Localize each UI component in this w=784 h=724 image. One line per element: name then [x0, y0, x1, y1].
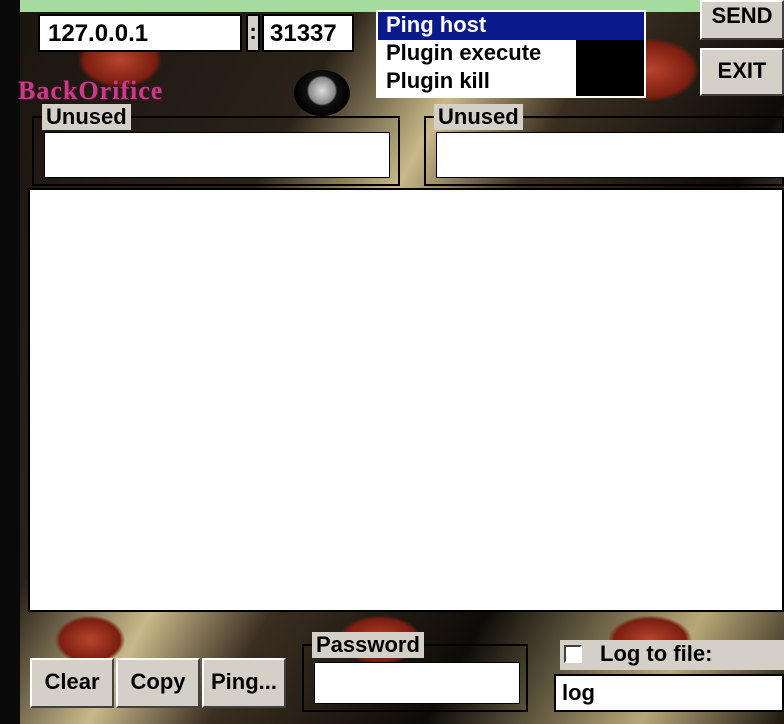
host-port-separator: :: [246, 14, 260, 52]
param1-label: Unused: [42, 104, 131, 130]
param2-field[interactable]: [436, 132, 784, 178]
password-label: Password: [312, 632, 424, 658]
password-group: Password: [302, 632, 528, 712]
command-item-plugin-kill[interactable]: Plugin kill: [378, 68, 576, 96]
skull-icon: [294, 70, 350, 116]
send-button[interactable]: SEND: [700, 0, 784, 40]
password-field[interactable]: [314, 662, 520, 704]
bo-client-window: 127.0.0.1 : 31337 Ping host Plugin execu…: [0, 0, 784, 724]
command-item-plugin-execute[interactable]: Plugin execute: [378, 40, 576, 68]
param2-group: Unused: [424, 104, 784, 186]
host-ip-field[interactable]: 127.0.0.1: [38, 14, 242, 52]
window-edge: [0, 0, 20, 724]
output-area[interactable]: [28, 188, 784, 612]
log-to-file-checkbox[interactable]: [564, 645, 582, 663]
copy-button[interactable]: Copy: [116, 658, 200, 708]
port-field[interactable]: 31337: [262, 14, 354, 52]
ping-button[interactable]: Ping...: [202, 658, 286, 708]
app-logo: BackOrifice: [18, 76, 164, 105]
log-filename-field[interactable]: log: [554, 674, 784, 712]
clear-button[interactable]: Clear: [30, 658, 114, 708]
param1-group: Unused: [32, 104, 400, 186]
exit-button[interactable]: EXIT: [700, 48, 784, 96]
param2-label: Unused: [434, 104, 523, 130]
command-item-ping-host[interactable]: Ping host: [378, 12, 644, 40]
log-to-file-label[interactable]: Log to file:: [600, 641, 712, 667]
log-to-file-row: Log to file:: [560, 640, 784, 670]
command-list[interactable]: Ping host Plugin execute Plugin kill: [376, 10, 646, 98]
param1-field[interactable]: [44, 132, 390, 178]
